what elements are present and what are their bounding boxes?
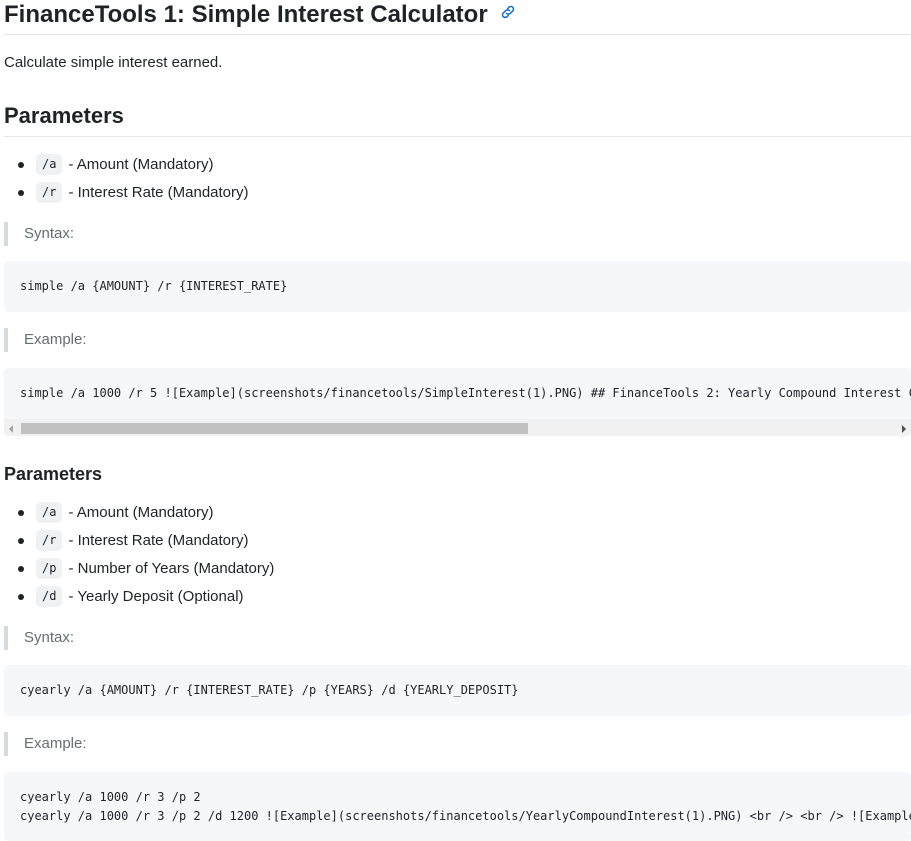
param-desc: - Interest Rate (Mandatory): [68, 532, 249, 549]
list-item: /p - Number of Years (Mandatory): [0, 555, 274, 583]
scroll-right-icon[interactable]: [902, 425, 906, 433]
param-flag: /p: [36, 558, 63, 579]
bullet-icon: [18, 190, 24, 196]
page-title: FinanceTools 1: Simple Interest Calculat…: [4, 0, 911, 35]
parameter-list: /a - Amount (Mandatory) /r - Interest Rate…: [0, 151, 249, 207]
param-desc: - Number of Years (Mandatory): [68, 560, 275, 577]
bullet-icon: [18, 162, 24, 168]
param-flag: /a: [36, 154, 63, 175]
scrollbar-thumb[interactable]: [21, 423, 528, 434]
list-item: /r - Interest Rate (Mandatory): [0, 179, 249, 207]
param-desc: - Interest Rate (Mandatory): [68, 184, 249, 201]
horizontal-scrollbar[interactable]: [4, 419, 911, 436]
example-code-block: simple /a 1000 /r 5 ![Example](screensho…: [4, 368, 911, 436]
example-code-block: cyearly /a 1000 /r 3 /p 2 cyearly /a 100…: [4, 772, 911, 841]
link-icon[interactable]: [500, 0, 516, 28]
document-page: FinanceTools 1: Simple Interest Calculat…: [0, 0, 911, 841]
code-line: cyearly /a 1000 /r 3 /p 2 /d 1200 ![Exam…: [20, 809, 911, 823]
param-desc: - Yearly Deposit (Optional): [68, 588, 244, 605]
scroll-left-icon[interactable]: [9, 425, 13, 433]
list-item: /a - Amount (Mandatory): [0, 499, 274, 527]
page-title-text: FinanceTools 1: Simple Interest Calculat…: [4, 1, 488, 28]
list-item: /d - Yearly Deposit (Optional): [0, 583, 274, 611]
param-flag: /d: [36, 586, 63, 607]
syntax-code-block: cyearly /a {AMOUNT} /r {INTEREST_RATE} /…: [4, 665, 911, 716]
list-item: /r - Interest Rate (Mandatory): [0, 527, 274, 555]
param-flag: /a: [36, 502, 63, 523]
section-heading-parameters-2: Parameters: [4, 464, 103, 484]
bullet-icon: [18, 538, 24, 544]
param-flag: /r: [36, 530, 63, 551]
intro-text: Calculate simple interest earned.: [4, 54, 223, 71]
code-line: simple /a 1000 /r 5 ![Example](screensho…: [20, 386, 911, 400]
code-line: simple /a {AMOUNT} /r {INTEREST_RATE}: [20, 279, 288, 293]
bullet-icon: [18, 594, 24, 600]
code-line: cyearly /a 1000 /r 3 /p 2: [20, 790, 201, 804]
param-flag: /r: [36, 182, 63, 203]
syntax-quote: Syntax:: [4, 626, 74, 650]
section-heading-parameters: Parameters: [4, 101, 911, 137]
bullet-icon: [18, 510, 24, 516]
parameter-list: /a - Amount (Mandatory) /r - Interest Rate…: [0, 499, 274, 611]
param-desc: - Amount (Mandatory): [68, 504, 214, 521]
bullet-icon: [18, 566, 24, 572]
example-quote: Example:: [4, 732, 87, 756]
syntax-code-block: simple /a {AMOUNT} /r {INTEREST_RATE}: [4, 261, 911, 312]
syntax-quote: Syntax:: [4, 222, 74, 246]
param-desc: - Amount (Mandatory): [68, 156, 214, 173]
example-quote: Example:: [4, 328, 87, 352]
code-line: cyearly /a {AMOUNT} /r {INTEREST_RATE} /…: [20, 683, 519, 697]
list-item: /a - Amount (Mandatory): [0, 151, 249, 179]
